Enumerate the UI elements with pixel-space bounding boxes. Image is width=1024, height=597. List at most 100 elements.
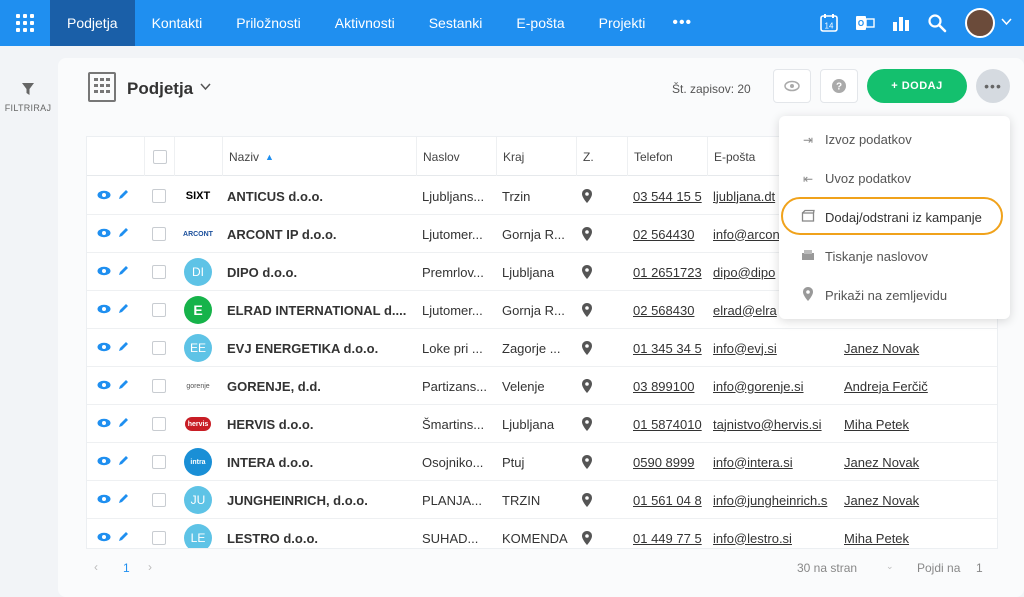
company-email-text[interactable]: elrad@elra	[713, 303, 777, 318]
outlook-icon[interactable]: O	[854, 12, 876, 34]
current-page[interactable]: 1	[123, 561, 130, 575]
company-name-text[interactable]: LESTRO d.o.o.	[227, 531, 318, 546]
prev-page-icon[interactable]: ‹	[94, 560, 98, 574]
row-checkbox[interactable]	[152, 417, 166, 431]
nav-item-priloznosti[interactable]: Priložnosti	[219, 0, 318, 46]
company-email[interactable]: tajnistvo@hervis.si	[713, 405, 835, 443]
add-button[interactable]: + DODAJ	[867, 69, 967, 103]
menu-item-print-addresses[interactable]: Tiskanje naslovov	[779, 237, 1010, 276]
company-phone-text[interactable]: 03 544 15 5	[633, 189, 702, 204]
pencil-icon[interactable]	[117, 189, 129, 204]
company-phone[interactable]: 01 2651723	[633, 253, 703, 291]
nav-item-aktivnosti[interactable]: Aktivnosti	[318, 0, 412, 46]
eye-icon[interactable]	[97, 342, 111, 355]
column-header-telefon[interactable]: Telefon	[627, 137, 707, 176]
pencil-icon[interactable]	[117, 455, 129, 470]
company-email[interactable]: info@lestro.si	[713, 519, 835, 548]
row-checkbox[interactable]	[152, 303, 166, 317]
company-name-text[interactable]: GORENJE, d.d.	[227, 379, 321, 394]
menu-item-show-map[interactable]: Prikaži na zemljevidu	[779, 276, 1010, 315]
company-phone-text[interactable]: 0590 8999	[633, 455, 694, 470]
company-phone[interactable]: 01 561 04 8	[633, 481, 703, 519]
company-phone-text[interactable]: 01 345 34 5	[633, 341, 702, 356]
pencil-icon[interactable]	[117, 265, 129, 280]
company-email-text[interactable]: info@gorenje.si	[713, 379, 804, 394]
eye-icon[interactable]	[97, 380, 111, 393]
company-phone-text[interactable]: 01 449 77 5	[633, 531, 702, 546]
company-contact-text[interactable]: Janez Novak	[844, 455, 919, 470]
company-name[interactable]: DIPO d.o.o.	[227, 253, 415, 291]
pencil-icon[interactable]	[117, 227, 129, 242]
company-phone-text[interactable]: 01 2651723	[633, 265, 702, 280]
company-email-text[interactable]: info@jungheinrich.s	[713, 493, 827, 508]
select-all-checkbox[interactable]	[152, 149, 167, 164]
company-name-text[interactable]: ANTICUS d.o.o.	[227, 189, 323, 204]
company-name[interactable]: ANTICUS d.o.o.	[227, 177, 415, 215]
company-contact-text[interactable]: Miha Petek	[844, 417, 909, 432]
map-pin-icon[interactable]	[582, 189, 592, 203]
company-name[interactable]: HERVIS d.o.o.	[227, 405, 415, 443]
table-row[interactable]: LE LESTRO d.o.o. SUHAD... KOMENDA 01 449 77 …	[87, 519, 997, 548]
company-email-text[interactable]: info@evj.si	[713, 341, 777, 356]
company-email-text[interactable]: info@lestro.si	[713, 531, 792, 546]
company-contact-text[interactable]: Miha Petek	[844, 531, 909, 546]
table-row[interactable]: JU JUNGHEINRICH, d.o.o. PLANJA... TRZIN 01 5…	[87, 481, 997, 519]
map-pin-icon[interactable]	[582, 303, 592, 317]
company-contact[interactable]: Janez Novak	[844, 329, 944, 367]
filter-panel-toggle[interactable]: FILTRIRAJ	[0, 58, 56, 113]
menu-item-import[interactable]: ⇤ Uvoz podatkov	[779, 159, 1010, 198]
row-checkbox[interactable]	[152, 227, 166, 241]
nav-item-eposta[interactable]: E-pošta	[499, 0, 581, 46]
company-name-text[interactable]: DIPO d.o.o.	[227, 265, 297, 280]
eye-icon[interactable]	[97, 494, 111, 507]
app-menu-button[interactable]	[0, 0, 50, 46]
next-page-icon[interactable]: ›	[148, 560, 152, 574]
company-name-text[interactable]: JUNGHEINRICH, d.o.o.	[227, 493, 368, 508]
map-pin-icon[interactable]	[582, 227, 592, 241]
nav-item-sestanki[interactable]: Sestanki	[412, 0, 500, 46]
row-checkbox[interactable]	[152, 379, 166, 393]
search-icon[interactable]	[926, 12, 948, 34]
company-name-text[interactable]: ELRAD INTERNATIONAL d....	[227, 303, 406, 318]
row-checkbox[interactable]	[152, 265, 166, 279]
company-contact[interactable]: Miha Petek	[844, 519, 944, 548]
company-name[interactable]: ARCONT IP d.o.o.	[227, 215, 415, 253]
company-phone[interactable]: 01 345 34 5	[633, 329, 703, 367]
eye-icon[interactable]	[97, 418, 111, 431]
company-phone-text[interactable]: 01 561 04 8	[633, 493, 702, 508]
per-page-select[interactable]: 30 na stran	[797, 561, 857, 575]
company-email[interactable]: info@gorenje.si	[713, 367, 835, 405]
column-header-kraj[interactable]: Kraj	[496, 137, 576, 176]
map-pin-icon[interactable]	[582, 265, 592, 279]
company-name[interactable]: GORENJE, d.d.	[227, 367, 415, 405]
company-phone[interactable]: 03 899100	[633, 367, 703, 405]
company-email-text[interactable]: info@intera.si	[713, 455, 793, 470]
company-name[interactable]: EVJ ENERGETIKA d.o.o.	[227, 329, 415, 367]
eye-icon[interactable]	[97, 228, 111, 241]
company-contact-text[interactable]: Janez Novak	[844, 493, 919, 508]
pencil-icon[interactable]	[117, 379, 129, 394]
company-contact-text[interactable]: Janez Novak	[844, 341, 919, 356]
company-email[interactable]: info@intera.si	[713, 443, 835, 481]
eye-icon[interactable]	[97, 456, 111, 469]
company-contact[interactable]: Andreja Ferčič	[844, 367, 944, 405]
company-contact-text[interactable]: Andreja Ferčič	[844, 379, 928, 394]
eye-icon[interactable]	[97, 190, 111, 203]
column-header-z[interactable]: Z.	[576, 137, 627, 176]
company-contact[interactable]: Janez Novak	[844, 481, 944, 519]
company-phone-text[interactable]: 03 899100	[633, 379, 694, 394]
table-row[interactable]: EE EVJ ENERGETIKA d.o.o. Loke pri ... Zagor…	[87, 329, 997, 367]
row-checkbox[interactable]	[152, 455, 166, 469]
goto-input[interactable]: 1	[976, 561, 983, 575]
company-name-text[interactable]: HERVIS d.o.o.	[227, 417, 313, 432]
company-phone[interactable]: 02 564430	[633, 215, 703, 253]
eye-icon[interactable]	[97, 304, 111, 317]
map-pin-icon[interactable]	[582, 341, 592, 355]
pencil-icon[interactable]	[117, 417, 129, 432]
map-pin-icon[interactable]	[582, 379, 592, 393]
company-email-text[interactable]: info@arcon	[713, 227, 780, 242]
nav-item-projekti[interactable]: Projekti	[582, 0, 663, 46]
company-name-text[interactable]: INTERA d.o.o.	[227, 455, 313, 470]
more-options-button[interactable]: •••	[976, 69, 1010, 103]
pencil-icon[interactable]	[117, 303, 129, 318]
